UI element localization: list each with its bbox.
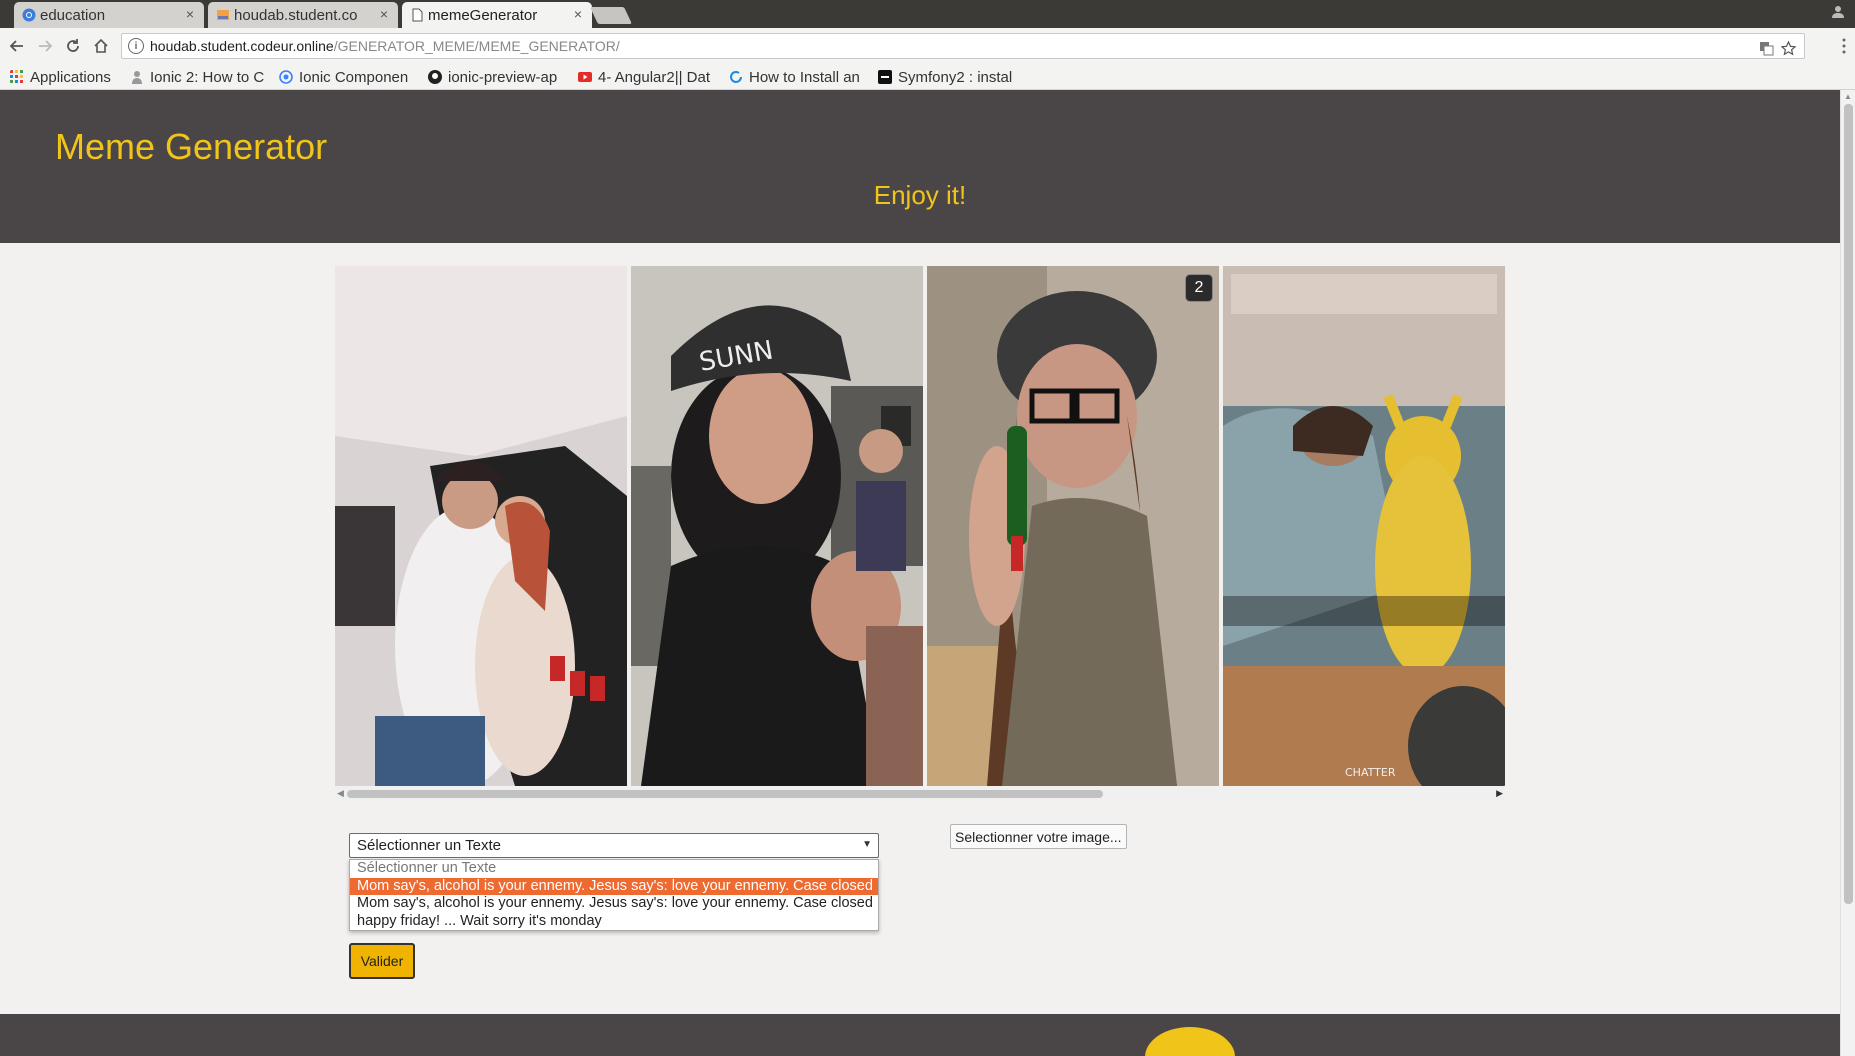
tab-houdab[interactable]: houdab.student.co × <box>208 2 398 28</box>
bookmark-star-icon[interactable] <box>1781 41 1796 56</box>
bookmark-label: ionic-preview-ap <box>448 68 558 86</box>
bookmark-label: Ionic 2: How to C <box>150 68 265 86</box>
tab-title: education <box>40 6 106 24</box>
bookmark-symfony2[interactable]: Symfony2 : instal <box>878 67 1014 87</box>
site-tagline: Enjoy it! <box>873 180 967 210</box>
gallery-photo[interactable]: SUNN <box>631 266 923 786</box>
scrollbar-thumb[interactable] <box>1844 104 1853 904</box>
bookmark-how-to-install[interactable]: How to Install an <box>729 67 865 87</box>
submit-button[interactable]: Valider <box>349 943 415 979</box>
bookmark-ionic2[interactable]: Ionic 2: How to C <box>130 67 268 87</box>
bookmark-label: Symfony2 : instal <box>898 68 1013 86</box>
home-icon <box>94 38 108 53</box>
page-favicon-icon <box>412 8 423 22</box>
close-tab-icon[interactable]: × <box>380 6 388 22</box>
select-option-highlighted[interactable]: Mom say's, alcohol is your ennemy. Jesus… <box>350 877 878 895</box>
browser-toolbar: i houdab.student.codeur.online/GENERATOR… <box>0 28 1855 64</box>
page-scrollbar[interactable]: ▲ <box>1840 90 1855 1056</box>
menu-dots-icon[interactable] <box>1841 38 1847 54</box>
tab-title: houdab.student.co <box>234 6 358 24</box>
tab-title: memeGenerator <box>428 7 538 24</box>
bookmark-ionic-preview[interactable]: ionic-preview-ap <box>428 67 564 87</box>
bookmark-applications[interactable]: Applications <box>10 67 111 87</box>
site-header: Meme Generator Enjoy it! <box>0 90 1840 243</box>
reload-button[interactable] <box>61 34 85 58</box>
home-button[interactable] <box>89 34 113 58</box>
phpmyadmin-favicon-icon <box>217 10 229 20</box>
refresh-logo-icon <box>730 71 742 83</box>
person-icon <box>132 71 142 84</box>
gallery-badge: 2 <box>1185 274 1213 302</box>
symfony-icon <box>878 70 892 84</box>
chevron-down-icon: ▼ <box>862 839 872 850</box>
arrow-left-icon <box>9 40 23 52</box>
gallery-photo[interactable] <box>335 266 627 786</box>
tab-strip: education × houdab.student.co × memeGene… <box>0 0 1855 29</box>
watermark-text: CHATTER <box>1345 766 1396 779</box>
select-option[interactable]: Sélectionner un Texte <box>350 860 878 878</box>
scroll-right-icon[interactable]: ▶ <box>1496 788 1503 799</box>
back-button[interactable] <box>5 34 29 58</box>
apps-grid-icon <box>10 70 23 83</box>
bookmark-label: Ionic Componen <box>299 68 409 86</box>
bookmark-label: Applications <box>30 68 111 86</box>
select-option[interactable]: Mom say's, alcohol is your ennemy. Jesus… <box>350 895 878 913</box>
scrollbar-thumb[interactable] <box>347 790 1103 798</box>
chrome-favicon-icon <box>22 8 36 22</box>
select-option[interactable]: happy friday! ... Wait sorry it's monday <box>350 913 878 931</box>
page-viewport: Meme Generator Enjoy it! SUNN CHATTER 2 … <box>0 90 1840 1056</box>
gallery-photo[interactable]: CHATTER <box>1223 266 1505 786</box>
bookmark-ionic-components[interactable]: Ionic Componen <box>279 67 415 87</box>
new-tab-button[interactable] <box>590 7 632 24</box>
scroll-up-icon[interactable]: ▲ <box>1844 92 1852 101</box>
url-host: houdab.student.codeur.online <box>150 38 334 54</box>
url-path: /GENERATOR_MEME/MEME_GENERATOR/ <box>333 38 620 54</box>
select-value: Sélectionner un Texte <box>357 837 501 854</box>
text-select[interactable]: Sélectionner un Texte ▼ <box>349 833 879 858</box>
user-profile-icon[interactable] <box>1831 4 1845 18</box>
bookmark-label: How to Install an <box>749 68 860 86</box>
bookmarks-bar: Applications Ionic 2: How to C Ionic Com… <box>0 64 1855 90</box>
site-title: Meme Generator <box>55 126 328 167</box>
tab-memegenerator[interactable]: memeGenerator × <box>402 2 592 29</box>
bookmark-label: 4- Angular2|| Dat <box>598 68 711 86</box>
youtube-icon <box>578 72 592 82</box>
forward-button[interactable] <box>33 34 57 58</box>
address-bar[interactable]: i houdab.student.codeur.online/GENERATOR… <box>121 33 1805 59</box>
github-icon <box>428 70 442 84</box>
choose-image-button[interactable]: Selectionner votre image... <box>950 824 1127 849</box>
site-footer <box>0 1014 1840 1056</box>
image-gallery[interactable]: SUNN CHATTER <box>335 266 1505 786</box>
gallery-scrollbar[interactable]: ◀ ▶ <box>335 787 1505 801</box>
arrow-right-icon <box>39 40 53 52</box>
text-select-dropdown[interactable]: Sélectionner un Texte Mom say's, alcohol… <box>349 859 879 931</box>
close-tab-icon[interactable]: × <box>574 6 582 22</box>
close-tab-icon[interactable]: × <box>186 6 194 22</box>
translate-icon[interactable] <box>1759 41 1774 56</box>
bookmark-angular2[interactable]: 4- Angular2|| Dat <box>578 67 714 87</box>
tab-education[interactable]: education × <box>14 2 204 28</box>
gallery-photo[interactable] <box>927 266 1219 786</box>
scroll-left-icon[interactable]: ◀ <box>337 788 344 799</box>
info-icon[interactable]: i <box>128 38 144 54</box>
ionic-icon <box>279 70 293 84</box>
reload-icon <box>67 39 79 52</box>
